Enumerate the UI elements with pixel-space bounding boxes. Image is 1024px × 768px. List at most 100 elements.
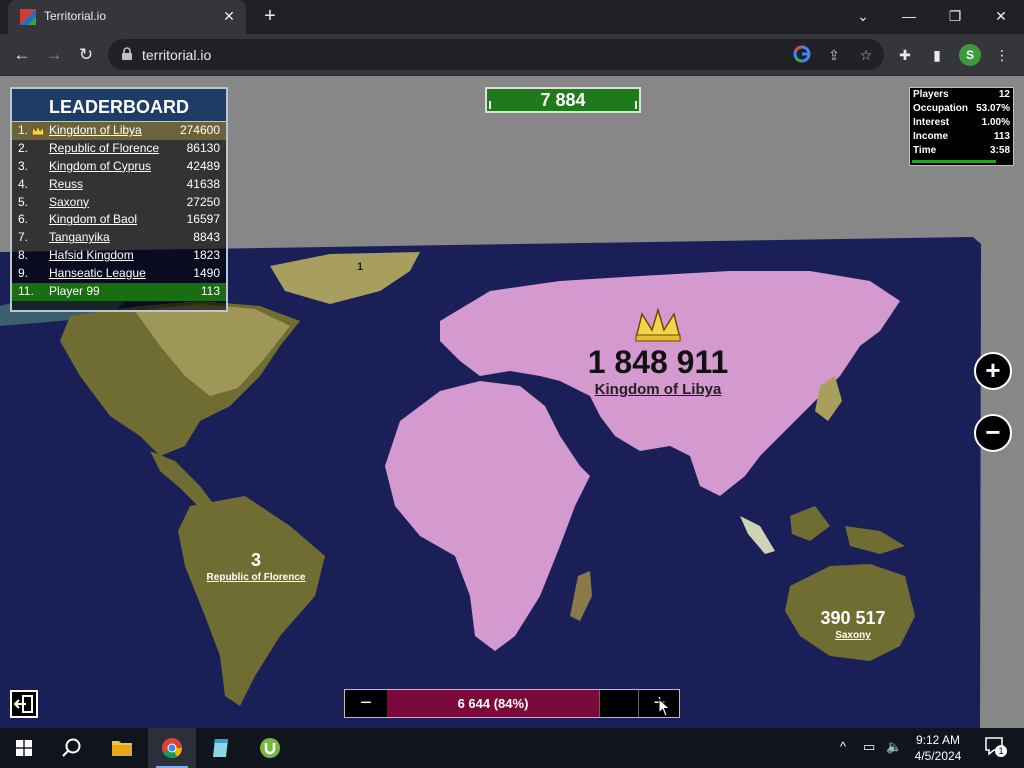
troop-ratio-control: − 6 644 (84%) + xyxy=(344,689,680,718)
leaderboard-score: 41638 xyxy=(186,176,220,191)
url-text: territorial.io xyxy=(142,47,212,63)
leaderboard-row-self[interactable]: 11. Player 99 113 xyxy=(12,283,226,301)
leaderboard-row[interactable]: 5. Saxony 27250 xyxy=(12,194,226,212)
clock-time: 9:12 AM xyxy=(915,733,961,747)
close-tab-icon[interactable]: ✕ xyxy=(220,7,238,25)
stat-value: 53.07% xyxy=(976,103,1010,114)
leaderboard-score: 16597 xyxy=(186,212,220,227)
reload-icon[interactable]: ↻ xyxy=(73,42,99,68)
leaderboard-rank: 7. xyxy=(18,230,29,245)
leaderboard-score: 1823 xyxy=(193,248,220,263)
address-bar[interactable]: territorial.io ⇪ ☆ xyxy=(108,39,884,70)
search-icon xyxy=(62,738,81,757)
florence-name-label: Republic of Florence xyxy=(206,572,306,583)
utorrent-icon xyxy=(260,738,280,758)
browser-tab[interactable]: Territorial.io ✕ xyxy=(8,0,246,34)
leaderboard-score: 86130 xyxy=(186,140,220,155)
file-explorer-button[interactable] xyxy=(98,728,146,768)
restore-icon[interactable]: ❐ xyxy=(932,0,978,34)
stat-value: 113 xyxy=(993,131,1010,142)
new-tab-icon[interactable]: + xyxy=(258,6,282,28)
leaderboard-name[interactable]: Reuss xyxy=(49,176,83,194)
stat-label: Interest xyxy=(913,117,950,128)
zoom-out-button[interactable]: − xyxy=(974,414,1012,452)
territorial-favicon-icon xyxy=(20,9,36,25)
leaderboard-rank: 9. xyxy=(18,266,29,281)
leaderboard-rank: 4. xyxy=(18,176,29,191)
profile-avatar[interactable]: S xyxy=(959,44,981,66)
forward-arrow-icon[interactable]: → xyxy=(41,42,67,68)
search-button[interactable] xyxy=(48,728,96,768)
game-stats-panel: Players 12 Occupation 53.07% Interest 1.… xyxy=(909,87,1014,166)
leaderboard-rank: 2. xyxy=(18,140,29,155)
leaderboard-row[interactable]: 7. Tanganyika 8843 xyxy=(12,229,226,247)
troop-ratio-bar[interactable]: 6 644 (84%) xyxy=(387,690,599,717)
more-icon[interactable]: ⋮ xyxy=(992,45,1012,65)
leaderboard-name[interactable]: Saxony xyxy=(49,194,89,212)
leaderboard-row[interactable]: 8. Hafsid Kingdom 1823 xyxy=(12,247,226,265)
close-window-icon[interactable]: ✕ xyxy=(978,0,1024,34)
show-hidden-icons-icon[interactable]: ^ xyxy=(840,739,846,754)
libya-name-label: Kingdom of Libya xyxy=(594,381,722,398)
tab-search-icon[interactable]: ⌄ xyxy=(840,0,886,34)
leaderboard-row[interactable]: 3. Kingdom of Cyprus 42489 xyxy=(12,158,226,176)
leaderboard-row[interactable]: 9. Hanseatic League 1490 xyxy=(12,265,226,283)
puzzle-icon[interactable]: ✚ xyxy=(895,45,915,65)
leaderboard-row[interactable]: 6. Kingdom of Baol 16597 xyxy=(12,211,226,229)
minimize-icon[interactable]: — xyxy=(886,0,932,34)
leaderboard-row[interactable]: 2. Republic of Florence 86130 xyxy=(12,140,226,158)
leaderboard-name[interactable]: Kingdom of Baol xyxy=(49,211,137,229)
stat-label: Income xyxy=(913,131,949,142)
network-icon[interactable]: ▭ xyxy=(863,739,875,755)
chrome-taskbar-button[interactable] xyxy=(148,728,196,768)
leaderboard-row[interactable]: 1. Kingdom of Libya 274600 xyxy=(12,122,226,140)
leaderboard-score: 1490 xyxy=(193,266,220,281)
stat-value: 12 xyxy=(998,89,1010,100)
back-arrow-icon[interactable]: ← xyxy=(9,42,35,68)
star-icon[interactable]: ☆ xyxy=(856,45,876,65)
folder-icon xyxy=(112,741,132,756)
google-icon[interactable] xyxy=(792,45,812,65)
notifications-icon[interactable]: 1 xyxy=(984,736,1007,759)
browser-toolbar: ← → ↻ territorial.io ⇪ ☆ ✚ ▮ ⋮ xyxy=(0,34,1024,76)
leaderboard-rank: 5. xyxy=(18,194,29,209)
leaderboard-name[interactable]: Player 99 xyxy=(49,283,100,301)
leaderboard-name[interactable]: Hanseatic League xyxy=(49,265,146,283)
leaderboard-name[interactable]: Kingdom of Cyprus xyxy=(49,158,151,176)
exit-game-button[interactable] xyxy=(10,690,38,718)
saxony-troop-count: 390 517 xyxy=(820,608,886,628)
leaderboard-name[interactable]: Hafsid Kingdom xyxy=(49,247,134,265)
volume-muted-icon[interactable]: 🔈 xyxy=(886,739,902,755)
windows-logo-icon xyxy=(16,740,32,756)
windows-taskbar: ^ ▭ 🔈 9:12 AM 4/5/2024 1 xyxy=(0,728,1024,768)
lock-icon xyxy=(122,47,132,60)
leaderboard-name[interactable]: Kingdom of Libya xyxy=(49,122,142,140)
exit-icon xyxy=(13,695,33,713)
leaderboard-row[interactable]: 4. Reuss 41638 xyxy=(12,176,226,194)
leaderboard-score: 27250 xyxy=(186,194,220,209)
leaderboard-rank: 11. xyxy=(18,284,34,299)
stat-label: Players xyxy=(913,89,949,100)
stat-label: Time xyxy=(913,145,937,156)
leaderboard-score: 274600 xyxy=(179,123,220,137)
leaderboard-name[interactable]: Republic of Florence xyxy=(49,140,159,158)
leaderboard-score: 8843 xyxy=(193,230,220,245)
leaderboard-name[interactable]: Tanganyika xyxy=(49,229,110,247)
stat-row-players: Players 12 xyxy=(910,88,1013,102)
notification-count-badge: 1 xyxy=(995,745,1007,757)
sidebar-icon[interactable]: ▮ xyxy=(927,45,947,65)
clock-date: 4/5/2024 xyxy=(914,749,962,763)
zoom-in-button[interactable]: + xyxy=(974,352,1012,390)
tab-title: Territorial.io xyxy=(44,9,107,23)
share-icon[interactable]: ⇪ xyxy=(824,45,844,65)
start-button[interactable] xyxy=(0,728,48,768)
notepad-taskbar-button[interactable] xyxy=(197,728,245,768)
libya-troop-count: 1 848 911 xyxy=(587,344,729,380)
utorrent-taskbar-button[interactable] xyxy=(246,728,294,768)
notepad-icon xyxy=(213,739,228,757)
leaderboard-panel: LEADERBOARD 1. Kingdom of Libya 274600 2… xyxy=(10,87,228,312)
decrease-ratio-button[interactable]: − xyxy=(345,690,387,717)
taskbar-clock[interactable]: 9:12 AM 4/5/2024 xyxy=(906,732,970,764)
game-area: 1 848 911 Kingdom of Libya 3 Republic of… xyxy=(0,76,1024,728)
chrome-icon xyxy=(162,738,183,759)
